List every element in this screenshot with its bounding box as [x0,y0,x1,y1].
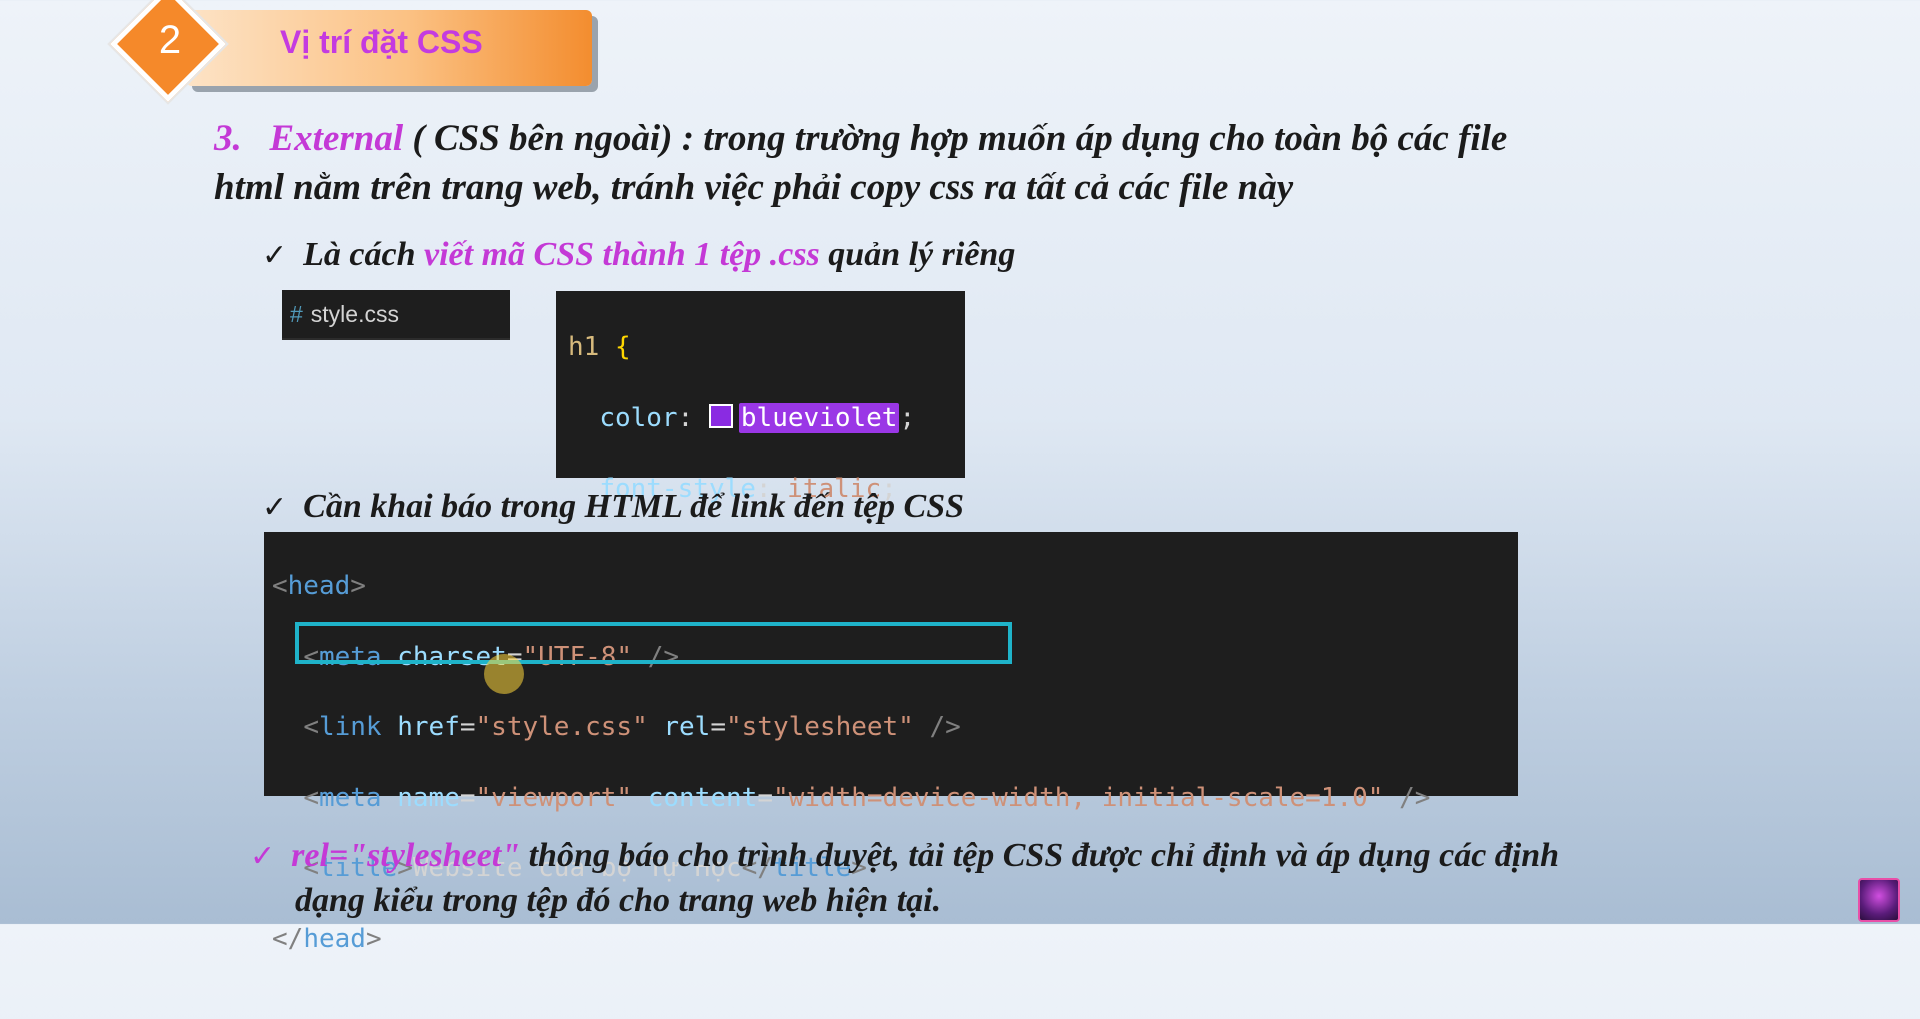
bullet3-line1: thông báo cho trình duyệt, tải tệp CSS đ… [520,837,1560,874]
link-href-attr: href [397,712,460,742]
intro-paragraph: 3. External ( CSS bên ngoài) : trong trư… [214,114,1714,212]
bullet3-term: rel="stylesheet" [291,837,521,874]
meta-content-value: "width=device-width, initial-scale=1.0" [772,782,1384,813]
css-val-color: blueviolet [738,403,900,433]
head-close-tag: head [303,923,366,954]
meta-name-attr: name [397,782,460,813]
head-open-tag: head [287,571,351,601]
file-tab-style-css: # style.css [282,290,510,340]
file-tab-label: style.css [310,301,399,327]
bullet2-text: Cần khai báo trong HTML để link đến tệp … [303,488,965,525]
link-rel-attr: rel [663,712,711,742]
bullet-css-file: ✓ Là cách viết mã CSS thành 1 tệp .css qu… [262,233,1015,278]
intro-line1: ( CSS bên ngoài) : trong trường hợp muốn… [403,118,1508,159]
meta-name-value: "viewport" [475,782,633,813]
html-code-block: <head> <meta charset="UTF-8" /> <link hr… [264,532,1518,954]
link-rel-value: "stylesheet" [726,712,914,742]
link-tag: link [318,712,382,742]
check-icon: ✓ [250,839,276,874]
intro-line2: html nằm trên trang web, tránh việc phải… [214,167,1294,208]
bullet3-line2: dạng kiểu trong tệp đó cho trang web hiệ… [295,882,942,919]
meta-content-attr: content [647,782,758,813]
bullet1-highlight: viết mã CSS thành 1 tệp .css [424,236,820,273]
css-code-block: h1 { color: blueviolet; font-style: ital… [556,291,965,575]
bullet1-before: Là cách [303,236,424,273]
section-number: 2 [158,18,182,62]
intro-term: External [269,118,404,159]
slide-title: Vị trí đặt CSS [280,24,483,60]
mouse-cursor-highlight [484,654,524,694]
css-prop-color: color [599,403,678,433]
slide: Vị trí đặt CSS 2 3. External ( CSS bên n… [0,0,1920,954]
css-file-icon: # [290,301,303,327]
meta-viewport-tag: meta [318,782,382,813]
bullet-link-html: ✓ Cần khai báo trong HTML để link đến tệp… [262,485,964,530]
color-swatch-icon [708,404,733,428]
channel-avatar-icon [1858,878,1900,922]
bullet-rel-stylesheet: ✓ rel="stylesheet" thông báo cho trình du… [250,834,1850,923]
link-line-highlight-box [295,622,1012,664]
check-icon: ✓ [262,238,288,273]
bullet1-after: quản lý riêng [819,236,1016,273]
css-open-brace: { [614,332,631,362]
intro-number: 3. [214,118,242,159]
css-selector: h1 [568,332,600,362]
check-icon: ✓ [262,490,288,525]
link-href-value: "style.css" [475,712,648,742]
